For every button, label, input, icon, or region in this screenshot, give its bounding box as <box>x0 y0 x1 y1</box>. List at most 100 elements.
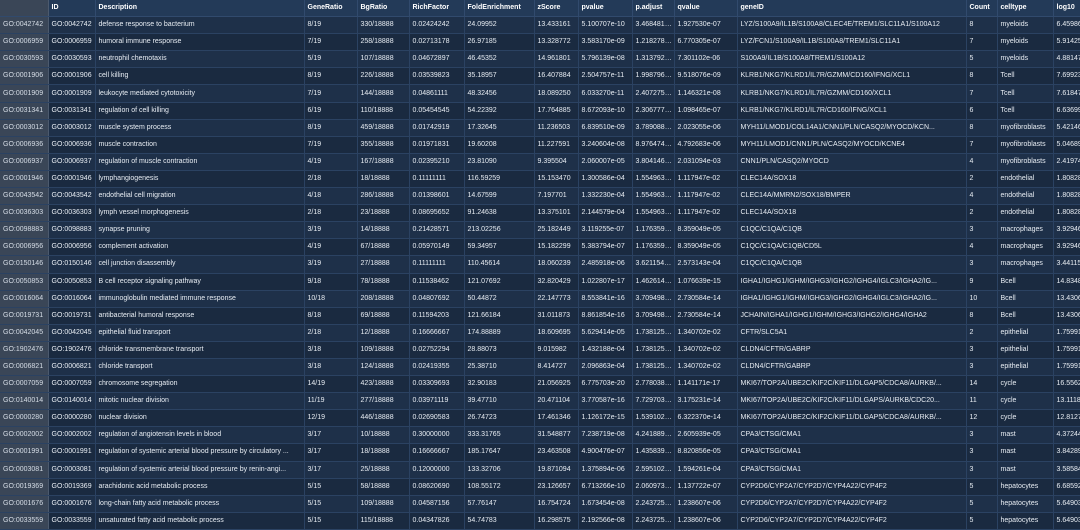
table-cell-id: GO:0001946 <box>48 170 96 189</box>
table-row[interactable]: GO:0140014 GO:0140014 mitotic nuclear divi… <box>0 392 1080 411</box>
table-cell-qvalue: 1.137722e-07 <box>674 478 738 496</box>
table-cell-qvalue: 2.605939e-05 <box>674 426 738 445</box>
table-cell-generatio: 8/19 <box>304 67 358 86</box>
table-row[interactable]: GO:0006936 GO:0006936 muscle contraction 7/… <box>0 136 1080 154</box>
table-cell-richfactor: 0.02713178 <box>409 33 465 52</box>
column-header-zscore[interactable]: zScore <box>534 0 579 18</box>
table-cell-p_adjust: 2.778038e-17 <box>632 375 675 394</box>
table-cell-description: regulation of muscle contraction <box>95 153 305 171</box>
rowname-header[interactable] <box>0 0 49 18</box>
table-cell-bgratio: 109/18888 <box>357 341 410 359</box>
table-row[interactable]: GO:0000280 GO:0000280 nuclear division 12/1… <box>0 409 1080 428</box>
column-header-description[interactable]: Description <box>95 0 305 18</box>
table-cell-foldenrichment: 121.07692 <box>464 273 535 291</box>
table-row[interactable]: GO:0016064 GO:0016064 immunoglobulin media… <box>0 290 1080 308</box>
column-header-id[interactable]: ID <box>48 0 96 18</box>
table-row[interactable]: GO:0006937 GO:0006937 regulation of muscle… <box>0 153 1080 171</box>
table-cell-celltype: mast <box>997 461 1054 479</box>
table-row[interactable]: GO:0050853 GO:0050853 B cell receptor sign… <box>0 273 1080 291</box>
table-cell-count: 8 <box>966 119 998 137</box>
table-row[interactable]: GO:0006821 GO:0006821 chloride transport 3/… <box>0 358 1080 377</box>
table-cell-qvalue: 2.023055e-06 <box>674 119 738 137</box>
table-cell-count: 5 <box>966 495 998 513</box>
table-cell-id: GO:0006956 <box>48 238 96 257</box>
table-row[interactable]: GO:0043542 GO:0043542 endothelial cell mig… <box>0 187 1080 206</box>
table-row[interactable]: GO:0007059 GO:0007059 chromosome segregati… <box>0 375 1080 394</box>
table-row[interactable]: GO:0042045 GO:0042045 epithelial fluid tra… <box>0 324 1080 342</box>
table-row[interactable]: GO:0003012 GO:0003012 muscle system proces… <box>0 119 1080 137</box>
table-cell-log10: 13.111837 <box>1053 392 1080 411</box>
table-cell-log10: 5.649030 <box>1053 512 1080 530</box>
column-header-p_adjust[interactable]: p.adjust <box>632 0 675 18</box>
table-cell-qvalue: 8.359049e-05 <box>674 238 738 257</box>
table-cell-id: GO:0006936 <box>48 136 96 154</box>
column-header-label: p.adjust <box>635 4 663 12</box>
column-header-count[interactable]: Count <box>966 0 998 18</box>
table-row[interactable]: GO:0019731 GO:0019731 antibacterial humora… <box>0 307 1080 325</box>
table-row[interactable]: GO:1902476 GO:1902476 chloride transmembra… <box>0 341 1080 359</box>
table-cell-qvalue: 1.141171e-17 <box>674 375 738 394</box>
table-row[interactable]: GO:0033559 GO:0033559 unsaturated fatty ac… <box>0 512 1080 530</box>
table-cell-description: regulation of cell killing <box>95 102 305 120</box>
table-row[interactable]: GO:0003081 GO:0003081 regulation of system… <box>0 461 1080 479</box>
column-header-foldenrichment[interactable]: FoldEnrichment <box>464 0 535 18</box>
table-cell-pvalue: 2.504757e-11 <box>578 67 633 86</box>
table-cell-foldenrichment: 91.24638 <box>464 204 535 223</box>
table-cell-count: 8 <box>966 307 998 325</box>
table-row[interactable]: GO:0001909 GO:0001909 leukocyte mediated c… <box>0 84 1080 103</box>
table-cell-count: 3 <box>966 221 998 240</box>
table-row[interactable]: GO:0030593 GO:0030593 neutrophil chemotaxi… <box>0 50 1080 69</box>
table-cell-geneid: CYP2D6/CYP2A7/CYP2D7/CYP4A22/CYP4F2 <box>737 478 967 496</box>
table-row[interactable]: GO:0001906 GO:0001906 cell killing 8/19 226/… <box>0 67 1080 86</box>
table-row[interactable]: GO:0150146 GO:0150146 cell junction disass… <box>0 255 1080 274</box>
table-cell-foldenrichment: 14.67599 <box>464 187 535 206</box>
column-header-celltype[interactable]: celltype <box>997 0 1054 18</box>
table-cell-pvalue: 1.022807e-17 <box>578 273 633 291</box>
table-cell-id: GO:0042045 <box>48 324 96 342</box>
table-cell-description: muscle system process <box>95 119 305 137</box>
table-row[interactable]: GO:0031341 GO:0031341 regulation of cell k… <box>0 102 1080 120</box>
table-cell-generatio: 3/17 <box>304 426 358 445</box>
table-cell-description: mitotic nuclear division <box>95 392 305 411</box>
table-cell-celltype: Bcell <box>997 290 1054 308</box>
table-cell-count: 3 <box>966 426 998 445</box>
table-cell-geneid: CLEC14A/SOX18 <box>737 204 967 223</box>
column-header-label: geneID <box>740 4 764 12</box>
table-cell-celltype: macrophages <box>997 221 1054 240</box>
table-cell-bgratio: 23/18888 <box>357 204 410 223</box>
table-row[interactable]: GO:0001946 GO:0001946 lymphangiogenesis 2/1… <box>0 170 1080 189</box>
table-row[interactable]: GO:0019369 GO:0019369 arachidonic acid met… <box>0 478 1080 496</box>
table-cell-richfactor: 0.02690583 <box>409 409 465 428</box>
row-name-cell: GO:0033559 <box>0 512 49 530</box>
table-row[interactable]: GO:0006956 GO:0006956 complement activatio… <box>0 238 1080 257</box>
table-row[interactable]: GO:0001676 GO:0001676 long-chain fatty aci… <box>0 495 1080 513</box>
table-cell-geneid: C1QC/C1QA/C1QB/CD5L <box>737 238 967 257</box>
table-cell-celltype: myofibroblasts <box>997 153 1054 171</box>
table-cell-pvalue: 2.144579e-04 <box>578 204 633 223</box>
table-row[interactable]: GO:0001991 GO:0001991 regulation of system… <box>0 443 1080 462</box>
table-row[interactable]: GO:0006959 GO:0006959 humoral immune respo… <box>0 33 1080 52</box>
table-cell-p_adjust: 1.738125e-02 <box>632 324 675 342</box>
table-cell-richfactor: 0.08695652 <box>409 204 465 223</box>
table-row[interactable]: GO:0036303 GO:0036303 lymph vessel morphog… <box>0 204 1080 223</box>
column-header-richfactor[interactable]: RichFactor <box>409 0 465 18</box>
table-cell-id: GO:0036303 <box>48 204 96 223</box>
column-header-bgratio[interactable]: BgRatio <box>357 0 410 18</box>
table-cell-geneid: CFTR/SLC5A1 <box>737 324 967 342</box>
table-row[interactable]: GO:0098883 GO:0098883 synapse pruning 3/19 1… <box>0 221 1080 240</box>
table-cell-bgratio: 69/18888 <box>357 307 410 325</box>
row-name-cell: GO:0050853 <box>0 273 49 291</box>
table-row[interactable]: GO:0042742 GO:0042742 defense response to … <box>0 16 1080 35</box>
table-cell-celltype: Tcell <box>997 67 1054 86</box>
column-header-qvalue[interactable]: qvalue <box>674 0 738 18</box>
column-header-generatio[interactable]: GeneRatio <box>304 0 358 18</box>
table-cell-zscore: 15.182299 <box>534 238 579 257</box>
table-cell-zscore: 8.414727 <box>534 358 579 377</box>
column-header-pvalue[interactable]: pvalue <box>578 0 633 18</box>
column-header-geneid[interactable]: geneID <box>737 0 967 18</box>
table-cell-count: 8 <box>966 67 998 86</box>
table-cell-richfactor: 0.11538462 <box>409 273 465 291</box>
table-row[interactable]: GO:0002002 GO:0002002 regulation of angiot… <box>0 426 1080 445</box>
column-header-log10[interactable]: log10 <box>1053 0 1080 18</box>
table-cell-celltype: Bcell <box>997 307 1054 325</box>
